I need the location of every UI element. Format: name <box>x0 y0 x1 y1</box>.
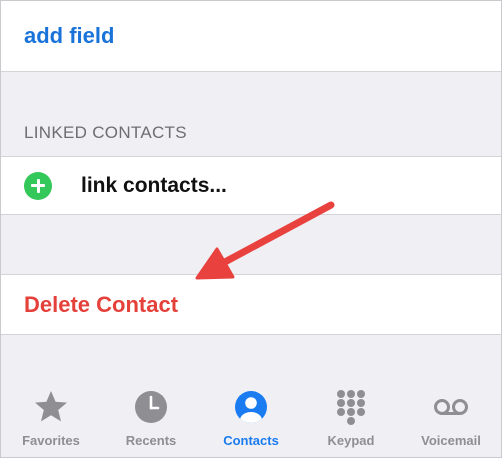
clock-icon <box>135 391 167 423</box>
tab-bar: Favorites Recents Contacts Keypad Voicem… <box>1 371 501 457</box>
add-field-label: add field <box>24 23 115 48</box>
tab-favorites[interactable]: Favorites <box>2 389 100 448</box>
link-contacts-label: link contacts... <box>81 173 227 197</box>
star-icon <box>35 391 67 422</box>
tab-label: Keypad <box>327 433 375 448</box>
tab-label: Voicemail <box>421 433 481 448</box>
person-icon <box>235 391 267 423</box>
link-contacts-row[interactable]: link contacts... <box>1 156 501 215</box>
tab-keypad[interactable]: Keypad <box>302 389 400 448</box>
voicemail-icon <box>434 399 468 415</box>
contact-edit-screen: add field LINKED CONTACTS link contacts.… <box>0 0 502 458</box>
add-field-row[interactable]: add field <box>1 1 501 72</box>
tab-label: Recents <box>125 433 177 448</box>
delete-contact-label: Delete Contact <box>24 291 179 317</box>
keypad-icon <box>337 390 365 425</box>
linked-contacts-header: LINKED CONTACTS <box>24 123 187 142</box>
tab-recents[interactable]: Recents <box>102 389 200 448</box>
tab-label: Favorites <box>22 433 80 448</box>
tab-contacts[interactable]: Contacts <box>202 389 300 448</box>
plus-circle-icon[interactable] <box>24 171 52 200</box>
delete-contact-button[interactable]: Delete Contact <box>1 274 501 335</box>
tab-label: Contacts <box>223 433 279 448</box>
tab-voicemail[interactable]: Voicemail <box>402 389 500 448</box>
